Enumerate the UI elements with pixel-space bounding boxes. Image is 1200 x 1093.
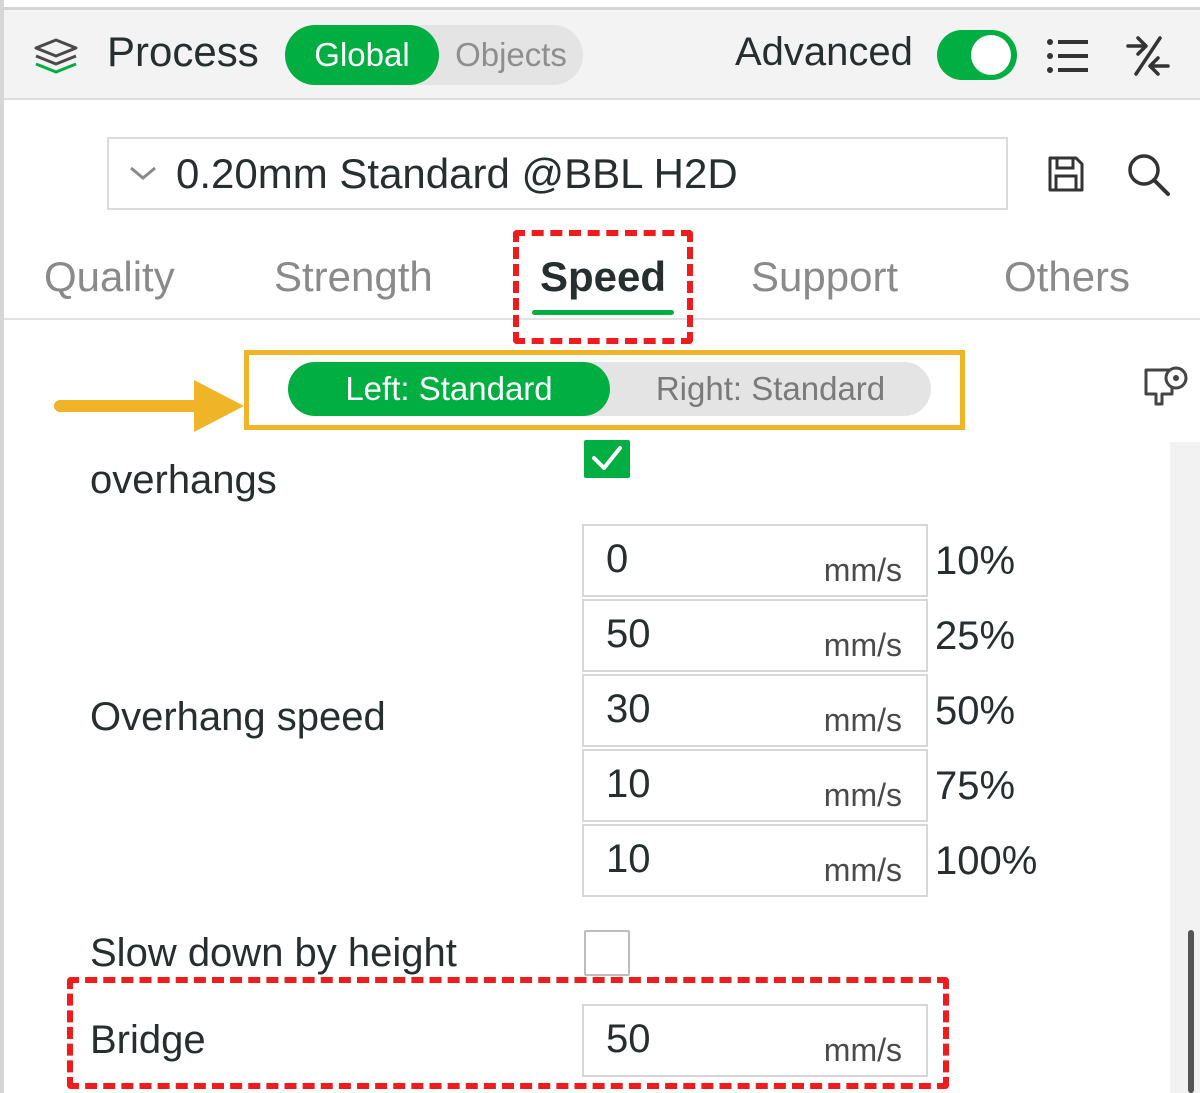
- bridge-speed-field[interactable]: 50 mm/s: [582, 1004, 928, 1077]
- slow-down-by-height-checkbox[interactable]: [584, 930, 630, 976]
- list-icon[interactable]: [1045, 36, 1091, 76]
- preset-name: 0.20mm Standard @BBL H2D: [176, 150, 738, 197]
- advanced-label: Advanced: [735, 30, 913, 74]
- overhangs-checkbox[interactable]: [584, 440, 630, 478]
- window-left-border: [0, 0, 4, 1093]
- overhang-speed-field[interactable]: 10 mm/s: [582, 824, 928, 897]
- window-top-border: [0, 0, 1200, 10]
- overhang-speed-label: Overhang speed: [90, 695, 386, 739]
- tab-strength[interactable]: Strength: [274, 250, 433, 304]
- field-value: 50: [606, 612, 651, 656]
- slow-down-by-height-label: Slow down by height: [90, 931, 457, 975]
- scrollbar-thumb[interactable]: [1188, 930, 1194, 1093]
- arrow-right-icon: [54, 376, 250, 436]
- scrollbar-track[interactable]: [1170, 442, 1200, 1093]
- field-value: 10: [606, 837, 651, 881]
- layers-icon: [30, 34, 82, 80]
- overhang-percent: 75%: [935, 764, 1016, 808]
- field-unit: mm/s: [823, 552, 902, 588]
- extruder-left-option[interactable]: Left: Standard: [288, 362, 610, 416]
- field-unit: mm/s: [823, 702, 902, 738]
- speed-tab-highlight: [513, 230, 693, 344]
- field-value: 50: [606, 1017, 651, 1061]
- field-value: 30: [606, 687, 651, 731]
- search-icon[interactable]: [1124, 150, 1174, 200]
- field-unit: mm/s: [823, 777, 902, 813]
- overhang-percent: 25%: [935, 614, 1016, 658]
- overhang-speed-field[interactable]: 0 mm/s: [582, 524, 928, 597]
- field-unit: mm/s: [823, 627, 902, 663]
- scope-objects-tab[interactable]: Objects: [439, 25, 583, 85]
- chevron-down-icon: [128, 164, 158, 184]
- advanced-toggle-knob: [971, 35, 1011, 75]
- scope-global-tab[interactable]: Global: [285, 25, 439, 85]
- field-unit: mm/s: [823, 1032, 902, 1068]
- overhang-speed-field[interactable]: 10 mm/s: [582, 749, 928, 822]
- save-icon[interactable]: [1046, 154, 1086, 194]
- tab-quality[interactable]: Quality: [44, 250, 175, 304]
- tab-others[interactable]: Others: [1004, 250, 1130, 304]
- overhang-percent: 10%: [935, 539, 1016, 583]
- overhangs-label: overhangs: [90, 458, 277, 502]
- field-unit: mm/s: [823, 852, 902, 888]
- compare-icon[interactable]: [1124, 32, 1172, 80]
- tab-support[interactable]: Support: [751, 250, 898, 304]
- extruder-settings-icon[interactable]: [1142, 364, 1190, 410]
- extruder-right-option[interactable]: Right: Standard: [610, 362, 931, 416]
- process-title: Process: [107, 28, 259, 75]
- checkmark-icon: [592, 446, 622, 470]
- overhang-percent: 100%: [935, 839, 1038, 883]
- bridge-label: Bridge: [90, 1018, 206, 1062]
- field-value: 0: [606, 537, 629, 581]
- overhang-percent: 50%: [935, 689, 1016, 733]
- field-value: 10: [606, 762, 651, 806]
- overhang-speed-field[interactable]: 50 mm/s: [582, 599, 928, 672]
- overhang-speed-field[interactable]: 30 mm/s: [582, 674, 928, 747]
